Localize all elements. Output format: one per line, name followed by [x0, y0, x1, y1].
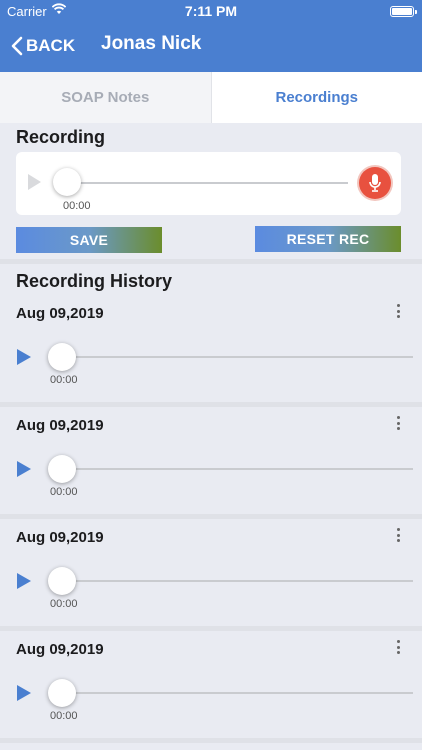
history-slider-knob[interactable] — [48, 567, 76, 595]
play-icon[interactable] — [28, 174, 41, 190]
recorder-time: 00:00 — [63, 200, 91, 212]
history-time: 00:00 — [50, 598, 78, 610]
history-slider-track[interactable] — [62, 356, 413, 358]
more-options-icon[interactable] — [394, 527, 402, 543]
play-icon[interactable] — [17, 573, 31, 589]
more-options-icon[interactable] — [394, 415, 402, 431]
play-icon[interactable] — [17, 685, 31, 701]
status-bar: Carrier 7:11 PM — [0, 0, 422, 22]
history-title: Recording History — [16, 271, 173, 291]
history-date: Aug 09,2019 — [16, 305, 104, 322]
section-divider — [0, 259, 422, 264]
segment-tabs: SOAP Notes Recordings — [0, 72, 422, 123]
recording-title: Recording — [16, 127, 106, 147]
history-slider-track[interactable] — [62, 468, 413, 470]
microphone-icon — [369, 174, 381, 192]
more-options-icon[interactable] — [394, 303, 402, 319]
item-divider — [0, 402, 422, 407]
more-options-icon[interactable] — [394, 639, 402, 655]
history-time: 00:00 — [50, 374, 78, 386]
recorder-card: 00:00 — [16, 152, 401, 215]
history-slider-knob[interactable] — [48, 679, 76, 707]
reset-recording-button[interactable]: RESET REC — [255, 226, 401, 252]
history-slider-knob[interactable] — [48, 343, 76, 371]
history-slider-track[interactable] — [62, 580, 413, 582]
play-icon[interactable] — [17, 349, 31, 365]
item-divider — [0, 738, 422, 743]
status-time: 7:11 PM — [184, 3, 238, 19]
recorder-slider-knob[interactable] — [53, 168, 81, 196]
item-divider — [0, 514, 422, 519]
tab-soap-notes[interactable]: SOAP Notes — [0, 72, 212, 123]
history-date: Aug 09,2019 — [16, 529, 104, 546]
chevron-left-icon — [11, 36, 23, 56]
back-label: BACK — [26, 36, 76, 55]
history-date: Aug 09,2019 — [16, 417, 104, 434]
history-slider-knob[interactable] — [48, 455, 76, 483]
page-title: Jonas Nick — [101, 33, 202, 54]
history-time: 00:00 — [50, 486, 78, 498]
back-button[interactable]: BACK — [10, 33, 75, 59]
navigation-bar: Carrier 7:11 PM BACK Jonas Nick — [0, 0, 422, 72]
play-icon[interactable] — [17, 461, 31, 477]
battery-icon — [390, 6, 417, 17]
item-divider — [0, 626, 422, 631]
history-time: 00:00 — [50, 710, 78, 722]
record-button[interactable] — [359, 167, 391, 199]
save-button[interactable]: SAVE — [16, 227, 162, 253]
tab-recordings[interactable]: Recordings — [211, 72, 422, 123]
history-slider-track[interactable] — [62, 692, 413, 694]
history-date: Aug 09,2019 — [16, 641, 104, 658]
recorder-slider-track[interactable] — [67, 182, 348, 184]
